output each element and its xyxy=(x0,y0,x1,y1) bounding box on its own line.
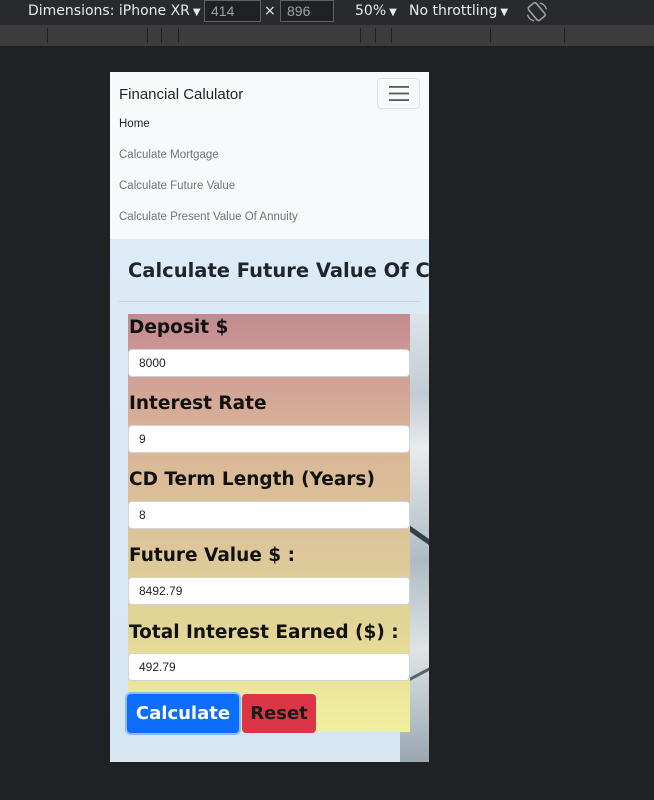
navbar: Financial Calulator Home Calculate Mortg… xyxy=(110,72,429,239)
future-value-label: Future Value $ : xyxy=(129,545,296,566)
nav-link-calculate-present-value-annuity[interactable]: Calculate Present Value Of Annuity xyxy=(119,211,298,223)
divider xyxy=(119,301,420,302)
devtools-device-toolbar: Dimensions: iPhone XR▼ × 50%▼ No throttl… xyxy=(0,0,654,25)
device-width-input[interactable] xyxy=(204,0,261,22)
device-dimensions-label: Dimensions: iPhone XR xyxy=(28,3,190,19)
ruler-divider xyxy=(178,28,179,43)
main-content: Calculate Future Value Of CD Deposit $ I… xyxy=(110,239,429,762)
throttling-label: No throttling xyxy=(409,3,498,19)
cd-calculator-form: Deposit $ Interest Rate CD Term Length (… xyxy=(128,314,410,732)
device-height-input[interactable] xyxy=(280,0,334,22)
device-viewport: Financial Calulator Home Calculate Mortg… xyxy=(110,72,429,762)
ruler-divider xyxy=(391,28,392,43)
ruler-divider xyxy=(375,28,376,43)
caret-down-icon: ▼ xyxy=(192,7,201,18)
hamburger-icon xyxy=(389,86,409,101)
device-dimensions-select[interactable]: Dimensions: iPhone XR ▼ xyxy=(28,3,201,19)
ruler-divider xyxy=(490,28,491,43)
ruler-divider xyxy=(564,28,565,43)
navbar-brand[interactable]: Financial Calulator xyxy=(119,86,243,103)
caret-down-icon: ▼ xyxy=(389,7,397,18)
future-value-output[interactable] xyxy=(128,577,410,605)
navbar-toggler-button[interactable] xyxy=(377,78,420,109)
rotate-icon[interactable] xyxy=(524,0,550,24)
ruler-divider xyxy=(360,28,361,43)
ruler-divider xyxy=(161,28,162,43)
deposit-label: Deposit $ xyxy=(129,317,229,338)
total-interest-label: Total Interest Earned ($) : xyxy=(129,622,399,643)
page-title: Calculate Future Value Of CD xyxy=(128,259,429,282)
ruler-divider xyxy=(147,28,148,43)
term-length-label: CD Term Length (Years) xyxy=(129,469,375,490)
total-interest-output[interactable] xyxy=(128,653,410,681)
nav-link-home[interactable]: Home xyxy=(119,118,150,130)
calculate-button[interactable]: Calculate xyxy=(127,694,239,733)
dimension-separator: × xyxy=(264,3,276,19)
term-length-input[interactable] xyxy=(128,501,410,529)
throttling-select[interactable]: No throttling ▼ xyxy=(409,3,508,19)
ruler-divider xyxy=(47,28,48,43)
zoom-select[interactable]: 50% ▼ xyxy=(355,3,397,19)
caret-down-icon: ▼ xyxy=(500,7,509,18)
deposit-input[interactable] xyxy=(128,349,410,377)
nav-link-calculate-mortgage[interactable]: Calculate Mortgage xyxy=(119,149,219,161)
reset-button[interactable]: Reset xyxy=(242,694,316,733)
zoom-label: 50% xyxy=(355,3,387,19)
interest-rate-label: Interest Rate xyxy=(129,393,267,414)
interest-rate-input[interactable] xyxy=(128,425,410,453)
nav-link-calculate-future-value[interactable]: Calculate Future Value xyxy=(119,180,235,192)
media-query-bar xyxy=(0,25,654,46)
